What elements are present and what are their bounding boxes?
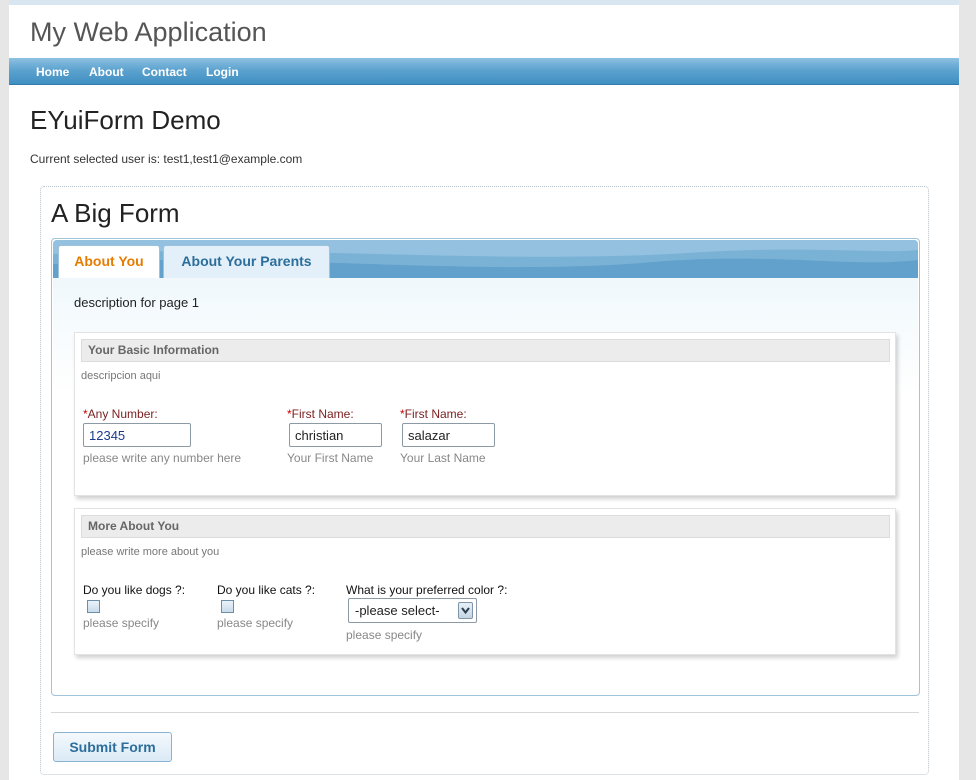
first-name-label-text: First Name: [291, 407, 354, 421]
likes-cats-checkbox[interactable] [221, 600, 234, 613]
tab-about-you[interactable]: About You [58, 245, 160, 278]
likes-dogs-label: Do you like dogs ?: [83, 583, 186, 597]
last-name-label-text: First Name: [404, 407, 467, 421]
any-number-input[interactable] [83, 423, 191, 447]
section-basic-information: Your Basic Information descripcion aqui … [74, 332, 896, 496]
first-name-input[interactable] [289, 423, 382, 447]
form-divider [51, 712, 919, 713]
nav-about[interactable]: About [89, 65, 124, 79]
nav-home[interactable]: Home [36, 65, 69, 79]
first-name-hint: Your First Name [287, 451, 374, 465]
tab-panel-about-you: description for page 1 Your Basic Inform… [53, 278, 918, 693]
page-heading: EYuiForm Demo [30, 105, 221, 135]
preferred-color-label: What is your preferred color ?: [346, 583, 508, 597]
form-tabview: About You About Your Parents description… [51, 238, 920, 696]
form-title: A Big Form [51, 198, 180, 228]
likes-dogs-hint: please specify [83, 616, 160, 630]
submit-form-button[interactable]: Submit Form [53, 732, 172, 762]
section-header: More About You [81, 515, 890, 538]
any-number-hint: please write any number here [83, 451, 242, 465]
page-container: My Web Application Home About Contact Lo… [9, 0, 959, 780]
last-name-hint: Your Last Name [400, 451, 486, 465]
last-name-label: *First Name: [400, 407, 467, 421]
tab-about-your-parents[interactable]: About Your Parents [163, 245, 330, 278]
app-title: My Web Application [30, 17, 267, 47]
chevron-down-icon [458, 602, 473, 619]
first-name-label: *First Name: [287, 407, 354, 421]
likes-cats-hint: please specify [217, 616, 294, 630]
main-nav: Home About Contact Login [9, 58, 959, 85]
likes-cats-label: Do you like cats ?: [217, 583, 316, 597]
big-form: A Big Form About You About Your Parents … [40, 186, 929, 775]
nav-contact[interactable]: Contact [142, 65, 187, 79]
preferred-color-hint: please specify [346, 628, 423, 642]
selected-user-text: Current selected user is: test1,test1@ex… [30, 152, 303, 166]
section-description: descripcion aqui [81, 370, 161, 382]
section-more-about-you: More About You please write more about y… [74, 508, 896, 655]
tab-strip: About You About Your Parents [53, 240, 918, 278]
page-description: description for page 1 [74, 295, 200, 310]
nav-login[interactable]: Login [206, 65, 239, 79]
any-number-label-text: Any Number: [87, 407, 158, 421]
preferred-color-selected-value: -please select- [355, 603, 440, 618]
last-name-input[interactable] [402, 423, 495, 447]
section-description: please write more about you [81, 546, 220, 558]
preferred-color-select[interactable]: -please select- [348, 598, 477, 623]
section-header: Your Basic Information [81, 339, 890, 362]
likes-dogs-checkbox[interactable] [87, 600, 100, 613]
any-number-label: *Any Number: [83, 407, 158, 421]
